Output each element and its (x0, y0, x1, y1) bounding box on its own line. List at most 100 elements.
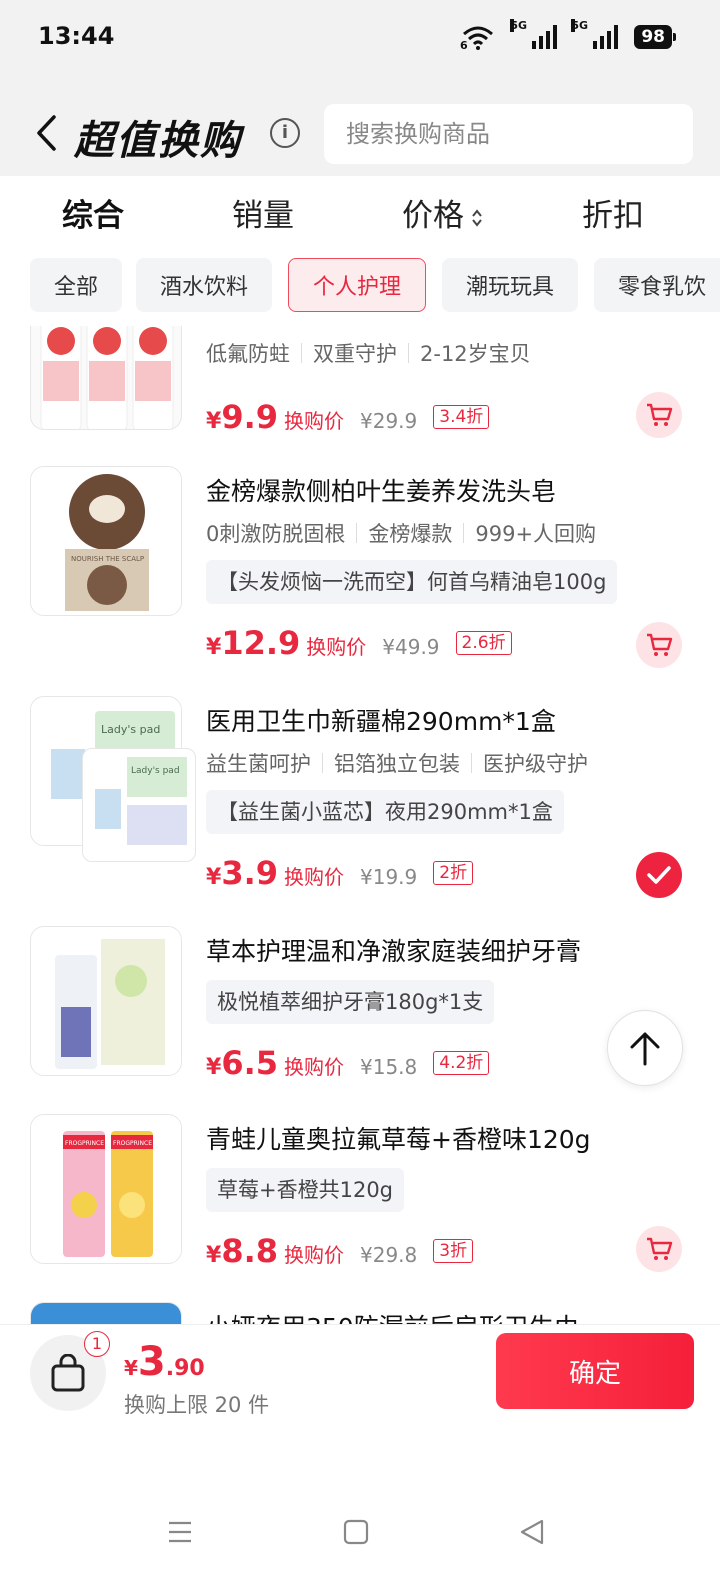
price-row: ¥12.9 换购价 ¥49.9 2.6折 (206, 624, 512, 662)
tag: 999+人回购 (475, 522, 597, 546)
original-price: ¥19.9 (360, 865, 418, 889)
total-currency: ¥ (124, 1356, 138, 1380)
category-chip-all[interactable]: 全部 (30, 258, 122, 312)
confirm-button[interactable]: 确定 (496, 1333, 694, 1409)
price-row: ¥3.9 换购价 ¥19.9 2折 (206, 854, 474, 892)
product-item[interactable]: NOURISH THE SCALP 金榜爆款侧柏叶生姜养发洗头皂 0刺激防脱固根… (0, 466, 720, 696)
bottom-bar: 1 ¥3.90 换购上限 20 件 确定 (0, 1324, 720, 1434)
wifi-badge: 6 (460, 39, 468, 50)
kids-brand-label-1: FROGPRINCE (65, 1140, 104, 1147)
price: ¥9.9 (206, 398, 278, 436)
category-chip-snacks[interactable]: 零食乳饮 (594, 258, 720, 312)
product-thumbnail: FROGPRINCE FROGPRINCE (30, 1114, 182, 1264)
add-to-cart-button[interactable] (636, 622, 682, 668)
add-to-cart-button[interactable] (636, 392, 682, 438)
product-thumbnail (30, 926, 182, 1076)
home-button[interactable] (336, 1512, 376, 1552)
back-button[interactable] (28, 112, 64, 154)
pad-box-overlay: Lady's pad (82, 748, 196, 862)
product-list[interactable]: 低氟防蛀 双重守护 2-12岁宝贝 ¥9.9 换购价 ¥29.9 3.4折 NO… (0, 326, 720, 1324)
cart-icon (647, 403, 673, 426)
product-spec: 草莓+香橙共120g (206, 1168, 405, 1212)
discount-badge: 4.2折 (433, 1051, 490, 1075)
original-price: ¥49.9 (382, 635, 440, 659)
product-name: 医用卫生巾新疆棉290mm*1盒 (206, 707, 556, 736)
pad-label-2: Lady's pad (131, 766, 180, 776)
product-tags: 低氟防蛀 双重守护 2-12岁宝贝 (206, 338, 531, 368)
search-input[interactable] (324, 104, 693, 164)
category-bar: 全部 酒水饮料 个人护理 潮玩玩具 零食乳饮 (0, 244, 720, 326)
category-chip-personal-care[interactable]: 个人护理 (288, 258, 426, 312)
home-icon (343, 1519, 369, 1545)
tag: 2-12岁宝贝 (420, 342, 531, 366)
check-icon (647, 866, 671, 884)
info-icon[interactable]: i (270, 118, 300, 148)
purchase-limit-text: 换购上限 20 件 (124, 1393, 270, 1417)
recent-apps-button[interactable] (160, 1512, 200, 1552)
status-icons: 6 5G 5G 98 (460, 19, 676, 50)
discount-badge: 3折 (433, 1239, 474, 1263)
product-spec: 【益生菌小蓝芯】夜用290mm*1盒 (206, 790, 564, 834)
price: ¥12.9 (206, 624, 301, 662)
original-price: ¥29.8 (360, 1243, 418, 1267)
sort-tab-sales[interactable]: 销量 (232, 190, 294, 235)
tag: 双重守护 (313, 342, 397, 366)
system-nav-bar (0, 1434, 720, 1584)
sort-tab-price-label: 价格 (402, 198, 464, 234)
total-integer: 3 (137, 1339, 166, 1385)
sort-tab-comprehensive[interactable]: 综合 (62, 190, 124, 235)
tag: 低氟防蛀 (206, 342, 290, 366)
arrow-up-icon (630, 1032, 660, 1066)
price-label: 换购价 (284, 1055, 344, 1079)
product-spec: 极悦植萃细护牙膏180g*1支 (206, 980, 495, 1024)
original-price: ¥29.9 (360, 409, 418, 433)
product-tags: 益生菌呵护 铝箔独立包装 医护级守护 (206, 748, 588, 778)
sort-arrows-icon (472, 208, 482, 227)
network-label-1: 5G (510, 19, 528, 32)
header: 超值换购 i (0, 100, 720, 166)
product-name: 金榜爆款侧柏叶生姜养发洗头皂 (206, 477, 557, 506)
price-label: 换购价 (284, 865, 344, 889)
product-item[interactable]: 草本护理温和净澈家庭装细护牙膏 极悦植萃细护牙膏180g*1支 ¥6.5 换购价… (0, 926, 720, 1114)
discount-badge: 2.6折 (455, 631, 512, 655)
tag: 医护级守护 (483, 752, 588, 776)
signal-icon-1: 5G (510, 19, 558, 49)
product-item[interactable]: FROGPRINCE FROGPRINCE 青蛙儿童奥拉氟草莓+香橙味120g … (0, 1114, 720, 1302)
back-to-top-button[interactable] (607, 1010, 683, 1086)
sort-tab-price[interactable]: 价格 (402, 190, 484, 235)
product-name: 青蛙儿童奥拉氟草莓+香橙味120g (206, 1125, 591, 1154)
soap-box-label: NOURISH THE SCALP (71, 555, 144, 563)
pad-label-1: Lady's pad (101, 723, 160, 736)
total-decimal: .90 (165, 1356, 205, 1381)
menu-icon (169, 1521, 191, 1543)
product-tags: 0刺激防脱固根 金榜爆款 999+人回购 (206, 518, 596, 548)
price: ¥3.9 (206, 854, 278, 892)
price-label: 换购价 (284, 1243, 344, 1267)
product-thumbnail (30, 326, 182, 430)
price-row: ¥9.9 换购价 ¥29.9 3.4折 (206, 398, 490, 436)
signal-icon-2: 5G (571, 19, 619, 49)
status-bar: 13:44 6 5G 5G 98 (0, 0, 720, 80)
category-chip-drinks[interactable]: 酒水饮料 (136, 258, 272, 312)
toothpaste-image (31, 927, 181, 1075)
product-item[interactable]: 小娅夜用350防漏前后扇形卫生巾 (0, 1302, 720, 1324)
tag: 金榜爆款 (368, 522, 453, 546)
system-back-button[interactable] (512, 1512, 552, 1552)
wifi-icon: 6 (460, 26, 494, 50)
total-price: ¥3.90 (124, 1339, 205, 1385)
product-name: 草本护理温和净澈家庭装细护牙膏 (206, 937, 582, 966)
product-item[interactable]: Lady's pad Lady's pad 医用卫生巾新疆棉290mm*1盒 益… (0, 696, 720, 926)
tag: 0刺激防脱固根 (206, 522, 346, 546)
sort-tab-discount[interactable]: 折扣 (582, 190, 644, 235)
kids-toothpaste-image: FROGPRINCE FROGPRINCE (31, 1115, 181, 1263)
category-chip-toys[interactable]: 潮玩玩具 (442, 258, 578, 312)
add-to-cart-button[interactable] (636, 1226, 682, 1272)
selected-checkbox[interactable] (636, 852, 682, 898)
price: ¥8.8 (206, 1232, 278, 1270)
toothpaste-kids-image (40, 326, 174, 429)
price: ¥6.5 (206, 1044, 278, 1082)
kids-brand-label-2: FROGPRINCE (113, 1140, 152, 1147)
product-thumbnail: NOURISH THE SCALP (30, 466, 182, 616)
cart-count-badge: 1 (84, 1331, 110, 1357)
back-icon (37, 115, 56, 151)
